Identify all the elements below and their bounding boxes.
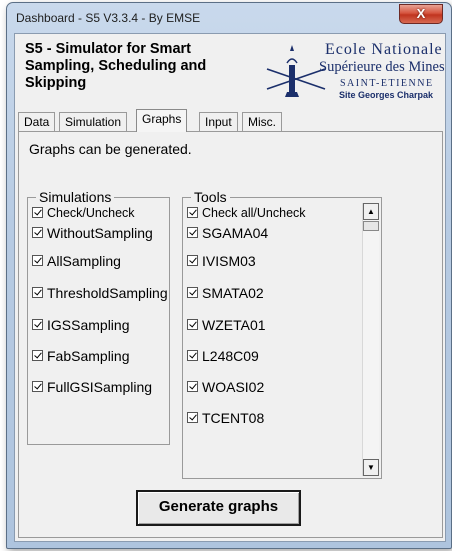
checkbox-checked-icon[interactable]: [187, 319, 198, 331]
checkbox-label: TCENT08: [202, 409, 265, 426]
window-title: Dashboard - S5 V3.3.4 - By EMSE: [16, 11, 201, 25]
checkbox-checked-icon[interactable]: [187, 287, 198, 299]
checkbox-checked-icon[interactable]: [32, 207, 43, 219]
tool-tcent08[interactable]: TCENT08: [187, 409, 264, 427]
tools-list: Check all/Uncheck SGAMA04 IVISM03 SMATA0…: [183, 204, 363, 476]
checkbox-label: ThresholdSampling: [47, 284, 168, 301]
tool-l248c09[interactable]: L248C09: [187, 347, 259, 365]
emse-logo: Ecole Nationale Supérieure des Mines SAI…: [259, 37, 445, 100]
checkbox-checked-icon[interactable]: [187, 381, 198, 393]
checkbox-label: WZETA01: [202, 316, 266, 333]
simulations-list: Check/Uncheck WithoutSampling AllSamplin…: [28, 204, 168, 444]
tools-scrollbar[interactable]: ▲ ▼: [362, 203, 379, 476]
logo-line3: SAINT-ETIENNE: [340, 78, 434, 89]
checkbox-checked-icon[interactable]: [187, 227, 198, 239]
checkbox-checked-icon[interactable]: [32, 287, 43, 299]
checkbox-checked-icon[interactable]: [32, 381, 43, 393]
checkbox-label: AllSampling: [47, 252, 121, 269]
tab-simulation[interactable]: Simulation: [59, 112, 128, 131]
tool-sgama04[interactable]: SGAMA04: [187, 224, 268, 242]
checkbox-checked-icon[interactable]: [32, 319, 43, 331]
logo-line2: Supérieure des Mines: [319, 59, 445, 75]
checkbox-label: Check all/Uncheck: [202, 205, 306, 220]
checkbox-label: WOASI02: [202, 378, 265, 395]
tool-smata02[interactable]: SMATA02: [187, 284, 264, 302]
checkbox-label: Check/Uncheck: [47, 205, 135, 220]
checkbox-label: FullGSISampling: [47, 378, 153, 395]
tab-input[interactable]: Input: [199, 112, 238, 131]
tool-ivism03[interactable]: IVISM03: [187, 252, 256, 270]
sim-full-gsi-sampling[interactable]: FullGSISampling: [32, 378, 152, 396]
tool-check-all[interactable]: Check all/Uncheck: [187, 204, 306, 222]
scroll-up-arrow-icon[interactable]: ▲: [363, 203, 379, 220]
checkbox-label: SGAMA04: [202, 224, 269, 241]
dashboard-client: S5 - Simulator for Smart Sampling, Sched…: [14, 33, 446, 542]
checkbox-label: FabSampling: [47, 347, 130, 364]
sim-check-uncheck[interactable]: Check/Uncheck: [32, 204, 135, 222]
app-title: S5 - Simulator for Smart Sampling, Sched…: [25, 41, 207, 91]
generate-graphs-button[interactable]: Generate graphs: [136, 490, 301, 526]
checkbox-label: IVISM03: [202, 252, 256, 269]
checkbox-label: SMATA02: [202, 284, 264, 301]
sim-fab-sampling[interactable]: FabSampling: [32, 347, 130, 365]
tab-data[interactable]: Data: [18, 112, 56, 131]
simulations-group-title: Simulations: [36, 189, 115, 205]
sim-all-sampling[interactable]: AllSampling: [32, 252, 121, 270]
dashboard-window: Dashboard - S5 V3.3.4 - By EMSE X S5 - S…: [6, 2, 452, 549]
checkbox-checked-icon[interactable]: [187, 350, 198, 362]
scrollbar-thumb[interactable]: [363, 221, 379, 231]
graphs-status: Graphs can be generated.: [29, 141, 192, 157]
sim-igs-sampling[interactable]: IGSSampling: [32, 316, 129, 334]
checkbox-checked-icon[interactable]: [32, 227, 43, 239]
tab-graphs[interactable]: Graphs: [136, 109, 188, 132]
title-bar[interactable]: Dashboard - S5 V3.3.4 - By EMSE X: [7, 3, 451, 33]
tools-group: Tools Check all/Uncheck SGAMA04 IVISM03 …: [182, 189, 382, 479]
checkbox-checked-icon[interactable]: [187, 255, 198, 267]
scroll-down-arrow-icon[interactable]: ▼: [363, 459, 379, 476]
tab-misc[interactable]: Misc.: [242, 112, 282, 131]
checkbox-label: WithoutSampling: [47, 224, 153, 241]
checkbox-checked-icon[interactable]: [187, 412, 198, 424]
close-button[interactable]: X: [399, 4, 443, 24]
graphs-panel: Graphs can be generated. Simulations Che…: [18, 131, 443, 538]
checkbox-label: IGSSampling: [47, 316, 130, 333]
tool-wzeta01[interactable]: WZETA01: [187, 316, 266, 334]
sim-threshold-sampling[interactable]: ThresholdSampling: [32, 284, 168, 302]
logo-line4: Site Georges Charpak: [339, 90, 434, 100]
checkbox-checked-icon[interactable]: [32, 350, 43, 362]
logo-line1: Ecole Nationale: [325, 41, 443, 58]
tools-group-title: Tools: [191, 189, 230, 205]
tool-woasi02[interactable]: WOASI02: [187, 378, 264, 396]
checkbox-label: L248C09: [202, 347, 259, 364]
checkbox-checked-icon[interactable]: [32, 255, 43, 267]
sim-without-sampling[interactable]: WithoutSampling: [32, 224, 153, 242]
simulations-group: Simulations Check/Uncheck WithoutSamplin…: [27, 189, 170, 445]
checkbox-checked-icon[interactable]: [187, 207, 198, 219]
